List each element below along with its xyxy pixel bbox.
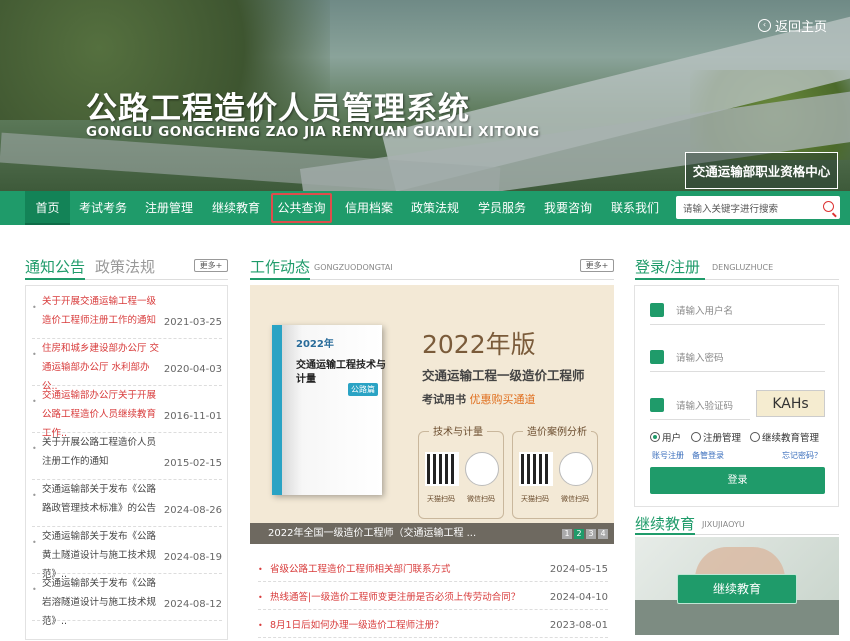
login-subtitle: DENGLUZHUCE xyxy=(712,263,774,272)
qr-code-icon xyxy=(465,452,499,486)
list-item[interactable]: • 交通运输部关于发布《公路黄土隧道设计与施工技术规范》.. 2024-08-19 xyxy=(32,527,222,580)
nav-item-home[interactable]: 首页 xyxy=(25,191,70,225)
carousel-page-4[interactable]: 4 xyxy=(598,529,608,539)
password-field[interactable]: 请输入密码 xyxy=(650,344,825,372)
captcha-field[interactable]: 请输入验证码 xyxy=(650,392,750,420)
news-carousel-image[interactable]: 2022年 交通运输工程技术与计量 公路篇 2022年版 交通运输工程一级造价工… xyxy=(250,285,614,544)
search-input[interactable]: 请输入关键字进行搜索 xyxy=(676,196,840,219)
nav-item-exam[interactable]: 考试考务 xyxy=(74,191,132,225)
site-title-pinyin: GONGLU GONGCHENG ZAO JIA RENYUAN GUANLI … xyxy=(86,124,540,140)
back-arrow-icon: ‹ xyxy=(758,19,771,32)
carousel-page-3[interactable]: 3 xyxy=(586,529,596,539)
nav-item-policy[interactable]: 政策法规 xyxy=(406,191,464,225)
user-icon xyxy=(650,303,664,317)
login-button[interactable]: 登录 xyxy=(650,467,825,494)
list-item[interactable]: • 交通运输部关于发布《公路岩溶隧道设计与施工技术规范》.. 2024-08-12 xyxy=(32,574,222,627)
ad-title: 交通运输工程一级造价工程师 xyxy=(422,368,585,383)
ad-subtitle: 考试用书 优惠购买通道 xyxy=(422,393,536,406)
list-item[interactable]: • 关于开展公路工程造价人员注册工作的通知 2015-02-15 xyxy=(32,433,222,480)
captcha-image[interactable]: KAHs xyxy=(756,390,825,417)
qr-code-icon xyxy=(519,452,553,486)
shield-icon xyxy=(650,398,664,412)
carousel-caption[interactable]: 2022年全国一级造价工程师（交通运输工程 ... xyxy=(250,523,614,544)
backup-login-link[interactable]: 备管登录 xyxy=(692,450,724,461)
continuing-subtitle: JIXUJIAOYU xyxy=(702,520,745,529)
continuing-education-button[interactable]: 继续教育 xyxy=(677,574,797,604)
qr-code-icon xyxy=(559,452,593,486)
lock-icon xyxy=(650,350,664,364)
nav-item-public-query[interactable]: 公共查询 xyxy=(271,193,332,223)
work-more-button[interactable]: 更多+ xyxy=(580,259,614,272)
forgot-password-link[interactable]: 忘记密码？ xyxy=(782,450,822,461)
back-home-label: 返回主页 xyxy=(775,20,828,35)
book-cover: 2022年 交通运输工程技术与计量 公路篇 xyxy=(272,325,386,495)
carousel-page-2[interactable]: 2 xyxy=(574,529,584,539)
header-banner: 公路工程造价人员管理系统 GONGLU GONGCHENG ZAO JIA RE… xyxy=(0,0,850,191)
news-item[interactable]: • 热线通答|一级造价工程师变更注册是否必须上传劳动合同？ 2024-04-10 xyxy=(258,585,608,610)
list-item[interactable]: • 交通运输部办公厅关于开展公路工程造价人员继续教育工作.. 2016-11-01 xyxy=(32,386,222,439)
qr-code-icon xyxy=(425,452,459,486)
work-title: 工作动态 xyxy=(250,258,311,276)
nav-item-contact[interactable]: 联系我们 xyxy=(606,191,664,225)
nav-item-student-service[interactable]: 学员服务 xyxy=(473,191,531,225)
list-item[interactable]: • 住房和城乡建设部办公厅 交通运输部办公厅 水利部办公.. 2020-04-03 xyxy=(32,339,222,392)
tab-notice[interactable]: 通知公告 xyxy=(25,256,85,277)
back-home-link[interactable]: ‹ 返回主页 xyxy=(758,16,827,35)
qr-box-tech: 技术与计量 天猫扫码 微信扫码 xyxy=(418,423,504,519)
news-item[interactable]: • 省级公路工程造价工程师相关部门联系方式 2024-05-15 xyxy=(258,557,608,582)
tab-policy[interactable]: 政策法规 xyxy=(95,256,155,277)
qr-box-case: 造价案例分析 天猫扫码 微信扫码 xyxy=(512,423,598,519)
nav-item-consult[interactable]: 我要咨询 xyxy=(539,191,597,225)
notice-list: • 关于开展交通运输工程一级造价工程师注册工作的通知 2021-03-25 • 住房和… xyxy=(25,285,228,640)
role-radio-continuing[interactable]: 继续教育管理 xyxy=(750,430,819,444)
nav-item-registration[interactable]: 注册管理 xyxy=(140,191,198,225)
list-item[interactable]: • 关于开展交通运输工程一级造价工程师注册工作的通知 2021-03-25 xyxy=(32,292,222,339)
list-item[interactable]: • 交通运输部关于发布《公路路政管理技术标准》的公告 2024-08-26 xyxy=(32,480,222,527)
search-placeholder: 请输入关键字进行搜索 xyxy=(683,203,779,215)
role-radio-user[interactable]: 用户 xyxy=(650,430,681,444)
username-field[interactable]: 请输入用户名 xyxy=(650,297,825,325)
login-title: 登录/注册 xyxy=(635,258,701,276)
nav-item-continuing-education[interactable]: 继续教育 xyxy=(207,191,265,225)
nav-item-credit-files[interactable]: 信用档案 xyxy=(340,191,398,225)
notice-more-button[interactable]: 更多+ xyxy=(194,259,228,272)
search-icon[interactable] xyxy=(823,201,834,212)
role-radio-registration[interactable]: 注册管理 xyxy=(691,430,741,444)
work-subtitle: GONGZUODONGTAI xyxy=(314,263,393,272)
ad-year: 2022年版 xyxy=(422,330,536,359)
carousel-page-1[interactable]: 1 xyxy=(562,529,572,539)
site-title: 公路工程造价人员管理系统 xyxy=(86,91,470,127)
news-item[interactable]: • 8月1日后如何办理一级造价工程师注册？ 2023-08-01 xyxy=(258,613,608,638)
continuing-title: 继续教育 xyxy=(635,515,696,533)
org-badge: 交通运输部职业资格中心 xyxy=(685,152,838,189)
register-link[interactable]: 账号注册 xyxy=(652,450,684,461)
